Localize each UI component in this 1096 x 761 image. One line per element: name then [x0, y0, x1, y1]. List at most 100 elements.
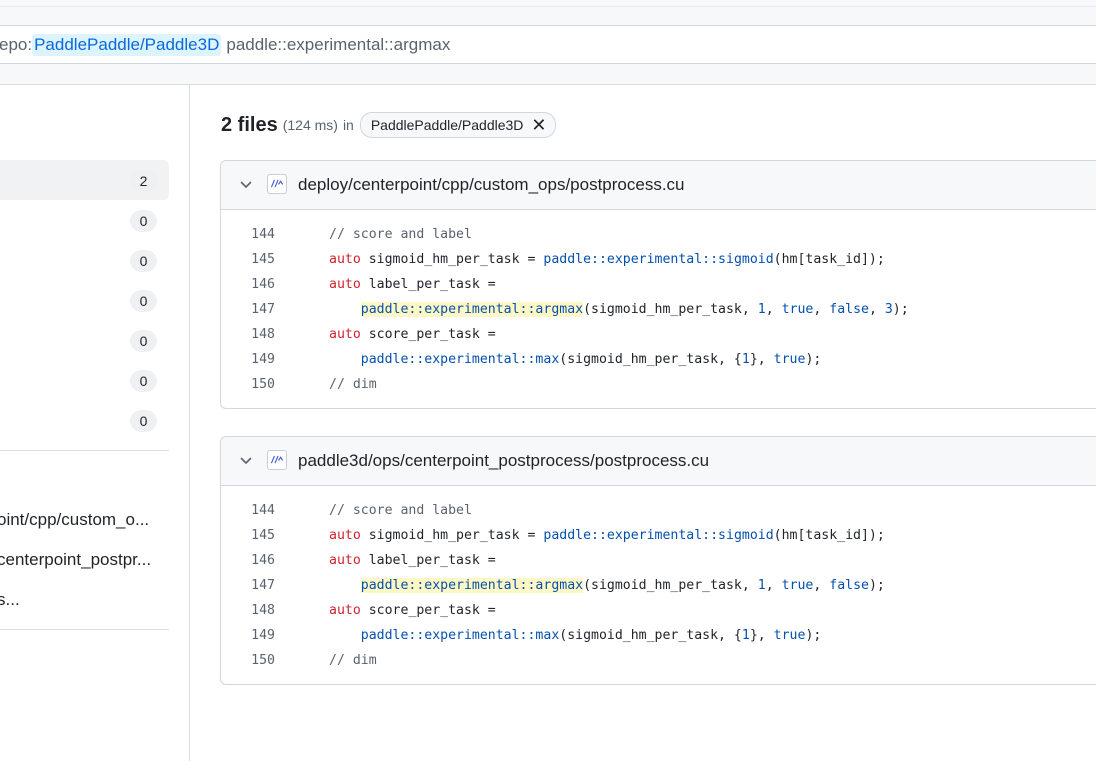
search-repo-qualifier: PaddlePaddle/Paddle3D — [32, 33, 222, 56]
line-number: 149 — [251, 352, 275, 367]
code-token: (sigmoid_hm_per_task, { — [559, 352, 742, 367]
code-token: paddle::experimental::sigmoid — [543, 252, 774, 267]
code-token: ); — [805, 628, 822, 643]
code-text: auto label_per_task = — [275, 272, 496, 297]
code-token: , — [813, 302, 830, 317]
code-token: true — [781, 578, 814, 593]
code-file-icon — [267, 450, 287, 470]
filter-item-code[interactable]: 2 — [0, 160, 169, 200]
x-icon[interactable]: ✕ — [531, 116, 546, 134]
line-number: 150 — [251, 653, 275, 668]
code-text: paddle::experimental::argmax(sigmoid_hm_… — [275, 297, 909, 322]
code-line: 148 auto score_per_task = — [221, 598, 1096, 623]
code-token: score_per_task = — [360, 327, 496, 342]
code-token: 1 — [741, 352, 750, 367]
code-token: (hm[task_id]); — [773, 252, 885, 267]
result-card: deploy/centerpoint/cpp/custom_ops/postpr… — [220, 160, 1096, 409]
code-text: auto score_per_task = — [275, 322, 496, 347]
search-input[interactable]: epo: PaddlePaddle/Paddle3D paddle::experim… — [0, 25, 1096, 64]
chevron-down-icon[interactable] — [238, 177, 254, 193]
code-token: true — [773, 628, 806, 643]
code-token: , — [765, 302, 782, 317]
file-path-link[interactable]: paddle3d/ops/centerpoint_postprocess/pos… — [298, 451, 709, 471]
code-token: auto — [329, 603, 361, 618]
filter-sidebar: 2 0 0 0 0 0 0 oint/cpp/custom_o... cente… — [0, 85, 190, 761]
results-count: 2 files — [221, 113, 278, 136]
code-text: auto label_per_task = — [275, 548, 496, 573]
line-number: 148 — [251, 603, 275, 618]
code-token: , — [765, 578, 782, 593]
path-filter-item[interactable]: s... — [0, 590, 167, 610]
code-line: 145 auto sigmoid_hm_per_task = paddle::ex… — [221, 523, 1096, 548]
filter-count-badge: 0 — [130, 330, 157, 352]
line-number: 146 — [251, 277, 275, 292]
path-filter-item[interactable]: centerpoint_postpr... — [0, 550, 167, 570]
code-line: 147 paddle::experimental::argmax(sigmoid… — [221, 297, 1096, 322]
results-timing: (124 ms) — [282, 117, 338, 133]
line-number: 144 — [251, 503, 275, 518]
filter-item[interactable]: 0 — [0, 280, 169, 320]
line-number: 147 — [251, 302, 275, 317]
line-number: 149 — [251, 628, 275, 643]
code-token: auto — [329, 277, 361, 292]
code-text: paddle::experimental::max(sigmoid_hm_per… — [275, 347, 822, 372]
code-line: 150 // dim — [221, 372, 1096, 397]
filter-item[interactable]: 0 — [0, 400, 169, 440]
filter-count-badge: 0 — [130, 250, 157, 272]
path-filter-item[interactable]: oint/cpp/custom_o... — [0, 510, 167, 530]
code-token: sigmoid_hm_per_task = — [360, 528, 544, 543]
code-token: // dim — [329, 653, 377, 668]
code-token: , — [868, 302, 885, 317]
search-qualifier-prefix: epo: — [0, 34, 33, 54]
code-token: auto — [329, 327, 361, 342]
code-line: 148 auto score_per_task = — [221, 322, 1096, 347]
filter-item[interactable]: 0 — [0, 240, 169, 280]
sidebar-divider — [0, 450, 169, 451]
code-token: // score and label — [329, 227, 472, 242]
code-token: }, — [749, 628, 774, 643]
code-token: (sigmoid_hm_per_task, — [583, 578, 758, 593]
line-number: 145 — [251, 252, 275, 267]
code-text: // dim — [275, 372, 377, 397]
code-token: auto — [329, 252, 361, 267]
code-token: (sigmoid_hm_per_task, { — [559, 628, 742, 643]
filter-count-badge: 0 — [130, 410, 157, 432]
file-path-link[interactable]: deploy/centerpoint/cpp/custom_ops/postpr… — [298, 175, 685, 195]
filter-item[interactable]: 0 — [0, 360, 169, 400]
code-text: paddle::experimental::max(sigmoid_hm_per… — [275, 623, 822, 648]
filter-item[interactable]: 0 — [0, 320, 169, 360]
chevron-down-icon[interactable] — [238, 453, 254, 469]
code-token: paddle::experimental::argmax — [360, 302, 584, 317]
line-number: 147 — [251, 578, 275, 593]
results-in-label: in — [342, 117, 354, 133]
code-token: 1 — [741, 628, 750, 643]
sidebar-divider — [0, 629, 169, 630]
code-token: (sigmoid_hm_per_task, — [583, 302, 758, 317]
filter-item[interactable]: 0 — [0, 200, 169, 240]
line-number: 146 — [251, 553, 275, 568]
code-token: , — [813, 578, 830, 593]
filter-count-badge: 0 — [130, 370, 157, 392]
filter-count-badge: 0 — [130, 210, 157, 232]
filter-count-badge: 2 — [130, 170, 157, 192]
code-token: paddle::experimental::argmax — [360, 578, 584, 593]
code-token: score_per_task = — [360, 603, 496, 618]
code-token: paddle::experimental::max — [360, 628, 560, 643]
code-token: paddle::experimental::max — [360, 352, 560, 367]
header-bar — [0, 0, 1096, 7]
line-number: 144 — [251, 227, 275, 242]
code-token: ); — [868, 578, 885, 593]
code-token: true — [781, 302, 814, 317]
repo-chip-label: PaddlePaddle/Paddle3D — [370, 117, 524, 133]
code-line: 146 auto label_per_task = — [221, 272, 1096, 297]
code-token: // dim — [329, 377, 377, 392]
code-line: 145 auto sigmoid_hm_per_task = paddle::ex… — [221, 247, 1096, 272]
code-text: auto sigmoid_hm_per_task = paddle::exper… — [275, 247, 885, 272]
filter-count-badge: 0 — [130, 290, 157, 312]
code-token: (hm[task_id]); — [773, 528, 885, 543]
code-line: 146 auto label_per_task = — [221, 548, 1096, 573]
code-token: // score and label — [329, 503, 472, 518]
code-token: ); — [892, 302, 909, 317]
code-line: 150 // dim — [221, 648, 1096, 673]
code-text: // dim — [275, 648, 377, 673]
